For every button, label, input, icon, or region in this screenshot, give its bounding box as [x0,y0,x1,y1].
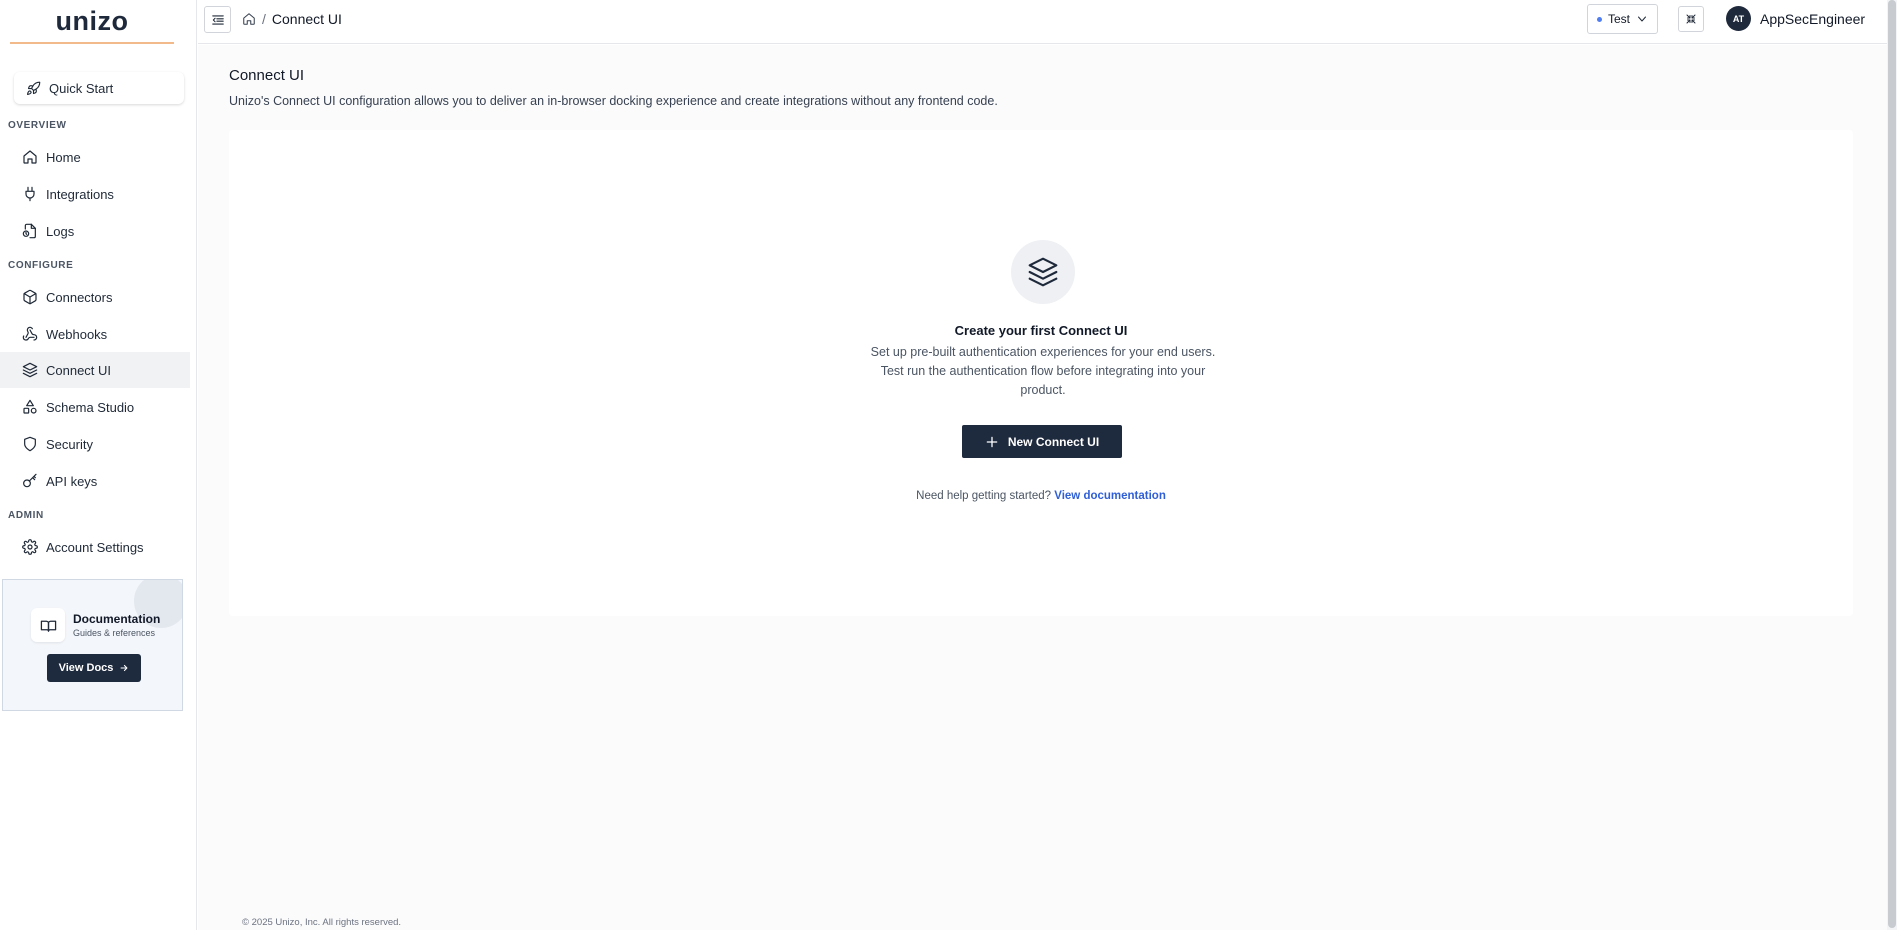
logo[interactable]: unizo [10,0,174,44]
avatar: AT [1726,6,1751,31]
user-menu[interactable]: AT AppSecEngineer [1726,6,1865,31]
sidebar-item-label: Home [46,149,81,165]
shield-icon [22,436,38,452]
chevron-down-icon [1636,13,1648,25]
documentation-card: Documentation Guides & references View D… [2,579,183,711]
logo-text: unizo [55,5,129,36]
breadcrumb-home-icon[interactable] [242,12,256,26]
footer-copyright: © 2025 Unizo, Inc. All rights reserved. [242,917,402,928]
sidebar: unizo Quick Start OVERVIEW Home Integrat… [0,0,197,930]
sidebar-item-security[interactable]: Security [0,426,190,462]
plus-icon [985,435,999,449]
key-icon [22,473,38,489]
fullscreen-button[interactable] [1678,6,1704,32]
page-description: Unizo's Connect UI configuration allows … [229,94,998,108]
rocket-icon [26,81,41,96]
help-prompt: Need help getting started? [916,490,1052,502]
sidebar-item-label: Connect UI [46,362,112,378]
quick-start-label: Quick Start [49,80,114,96]
empty-state-title: Create your first Connect UI [954,323,1128,338]
view-docs-button[interactable]: View Docs [47,654,141,682]
gear-icon [22,539,38,555]
arrow-right-icon [119,663,129,673]
sidebar-item-label: Account Settings [46,539,144,555]
webhook-icon [22,326,38,342]
home-icon [22,149,38,165]
help-text: Need help getting started? View document… [229,490,1853,502]
sidebar-item-label: Integrations [46,186,114,202]
page-title: Connect UI [229,67,305,84]
sidebar-item-label: Schema Studio [46,399,135,415]
cube-icon [22,289,38,305]
environment-status-dot [1596,16,1602,22]
empty-state-description: Set up pre-built authentication experien… [870,345,1216,397]
breadcrumb: / Connect UI [242,11,342,27]
sidebar-collapse-icon [211,13,225,27]
quick-start-button[interactable]: Quick Start [14,72,184,104]
empty-state-panel: Create your first Connect UI Set up pre-… [229,130,1853,616]
sidebar-item-schema-studio[interactable]: Schema Studio [0,389,190,425]
new-connect-ui-button[interactable]: New Connect UI [962,425,1122,458]
plug-icon [22,186,38,202]
sidebar-item-label: Connectors [46,289,113,305]
sidebar-item-webhooks[interactable]: Webhooks [0,316,190,352]
sidebar-item-connectors[interactable]: Connectors [0,279,190,315]
sidebar-item-account-settings[interactable]: Account Settings [0,529,190,565]
sidebar-item-label: API keys [46,473,98,489]
breadcrumb-separator: / [262,11,266,27]
documentation-card-header: Documentation Guides & references [31,608,160,642]
documentation-subtitle: Guides & references [73,628,156,638]
sidebar-toggle-button[interactable] [204,6,231,33]
environment-label: Test [1607,12,1630,26]
shapes-icon [22,399,38,415]
environment-select[interactable]: Test [1587,4,1658,34]
new-connect-ui-label: New Connect UI [1007,434,1100,449]
documentation-title: Documentation [73,612,161,626]
scrollbar-thumb[interactable] [1888,0,1896,928]
sidebar-item-connect-ui[interactable]: Connect UI [0,352,190,388]
file-log-icon [22,223,38,239]
view-documentation-link[interactable]: View documentation [1054,490,1166,502]
layers-icon [1011,240,1075,304]
sidebar-item-label: Security [46,436,93,452]
fullscreen-icon [1685,13,1697,25]
sidebar-item-label: Webhooks [46,326,108,342]
sidebar-item-api-keys[interactable]: API keys [0,463,190,499]
sidebar-item-logs[interactable]: Logs [0,213,190,249]
book-icon [31,608,65,642]
view-docs-label: View Docs [58,662,114,674]
section-label-admin: ADMIN [8,510,44,521]
user-name: AppSecEngineer [1760,10,1866,27]
layers-icon [22,362,38,378]
sidebar-item-label: Logs [46,223,75,239]
sidebar-item-integrations[interactable]: Integrations [0,176,190,212]
section-label-configure: CONFIGURE [8,260,74,271]
top-bar: / Connect UI Test AT AppSecEngineer [198,0,1887,44]
sidebar-item-home[interactable]: Home [0,139,190,175]
breadcrumb-current: Connect UI [271,11,342,27]
main-content: Connect UI Unizo's Connect UI configurat… [198,45,1887,930]
section-label-overview: OVERVIEW [8,120,67,131]
